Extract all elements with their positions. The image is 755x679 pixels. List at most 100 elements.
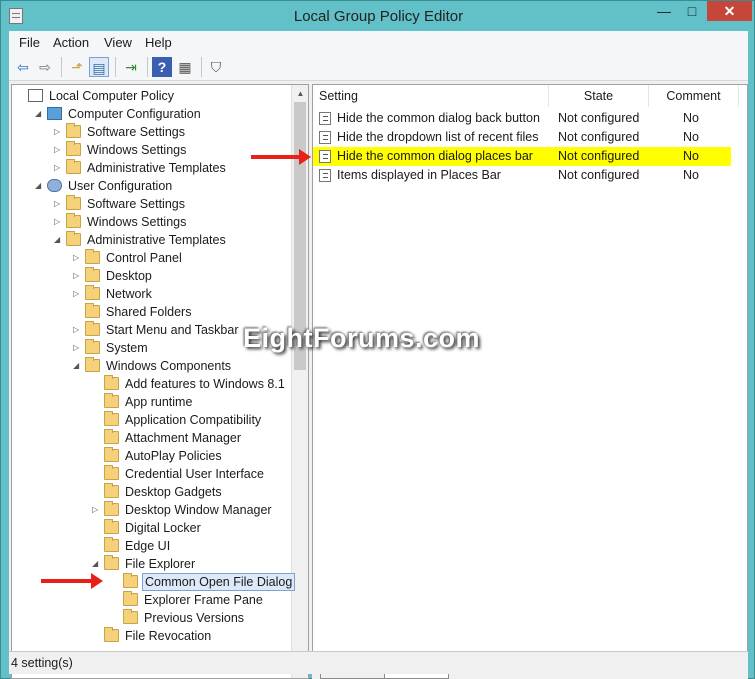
column-header-setting[interactable]: Setting [313, 85, 549, 107]
setting-comment: No [683, 130, 699, 144]
tree-item-label: Administrative Templates [87, 161, 226, 175]
tree-item-label: Windows Settings [87, 215, 187, 229]
setting-state: Not configured [558, 111, 640, 125]
tree-item-label: Credential User Interface [125, 467, 264, 481]
expand-arrow-icon[interactable]: ▷ [73, 285, 83, 303]
maximize-button[interactable]: □ [679, 1, 705, 21]
folder-icon [104, 375, 119, 390]
title-bar[interactable]: Local Group Policy Editor — □ ✕ [1, 1, 755, 31]
minimize-button[interactable]: — [651, 1, 677, 21]
folder-icon [66, 141, 81, 156]
collapse-arrow-icon[interactable]: ◢ [92, 555, 102, 573]
tree-item-label: App runtime [125, 395, 193, 409]
setting-name: Items displayed in Places Bar [337, 168, 501, 182]
folder-icon [104, 519, 119, 534]
collapse-arrow-icon[interactable]: ◢ [35, 177, 45, 195]
expand-arrow-icon[interactable]: ▷ [73, 321, 83, 339]
folder-icon [123, 609, 138, 624]
setting-state: Not configured [558, 130, 640, 144]
settings-list-pane[interactable]: Setting State Comment Hide the common di… [312, 84, 748, 661]
app-window: Local Group Policy Editor — □ ✕ File Act… [0, 0, 755, 679]
tree-pane[interactable]: ▲ ▼ Local Computer Policy◢Computer Confi… [11, 84, 309, 679]
tree-item-label: Explorer Frame Pane [144, 593, 263, 607]
folder-icon [66, 231, 81, 246]
user-icon [47, 179, 62, 192]
setting-row[interactable]: Hide the common dialog back button Not co… [313, 109, 731, 128]
expand-arrow-icon[interactable]: ▷ [54, 159, 64, 177]
tree-item-label: Software Settings [87, 125, 185, 139]
tree-item-label: Attachment Manager [125, 431, 242, 445]
scroll-up-icon[interactable]: ▲ [292, 85, 308, 102]
setting-comment: No [683, 168, 699, 182]
tree-item-label: File Revocation [125, 629, 212, 643]
expand-arrow-icon[interactable]: ▷ [54, 213, 64, 231]
policy-setting-icon [319, 112, 331, 125]
toolbar: ⇦ ⇨ ⬏ ▤ ⇥ ? ▦ ⛉ [9, 53, 748, 81]
tree-item-label: Computer Configuration [68, 107, 201, 121]
setting-row[interactable]: Items displayed in Places Bar Not configu… [313, 166, 731, 185]
folder-icon [104, 411, 119, 426]
collapse-arrow-icon[interactable]: ◢ [73, 357, 83, 375]
menu-action[interactable]: Action [53, 35, 89, 50]
red-arrow-annotation [41, 573, 103, 589]
expand-arrow-icon[interactable]: ▷ [92, 501, 102, 519]
up-folder-icon[interactable]: ⬏ [67, 57, 87, 77]
red-arrow-annotation [251, 149, 311, 165]
folder-icon [85, 357, 100, 372]
forward-icon[interactable]: ⇨ [35, 57, 55, 77]
menu-file[interactable]: File [19, 35, 40, 50]
setting-row[interactable]: Hide the dropdown list of recent files No… [313, 128, 731, 147]
folder-icon [85, 285, 100, 300]
tree-item-label: Windows Components [106, 359, 232, 373]
back-icon[interactable]: ⇦ [13, 57, 33, 77]
folder-icon [85, 267, 100, 282]
tree-item-label: File Explorer [125, 557, 196, 571]
setting-name: Hide the common dialog back button [337, 111, 540, 125]
menu-view[interactable]: View [104, 35, 132, 50]
tree-item-label: Add features to Windows 8.1 [125, 377, 285, 391]
folder-icon [104, 627, 119, 642]
tree-item-label: User Configuration [68, 179, 173, 193]
menu-help[interactable]: Help [145, 35, 172, 50]
help-icon[interactable]: ? [152, 57, 172, 77]
filter-icon[interactable]: ⛉ [206, 57, 226, 77]
export-list-icon[interactable]: ⇥ [121, 57, 141, 77]
tree-item-label: Edge UI [125, 539, 171, 553]
expand-arrow-icon[interactable]: ▷ [73, 249, 83, 267]
folder-icon [85, 249, 100, 264]
tree-item-label: Digital Locker [125, 521, 201, 535]
expand-arrow-icon[interactable]: ▷ [73, 339, 83, 357]
folder-icon [123, 591, 138, 606]
folder-icon [104, 447, 119, 462]
window-title: Local Group Policy Editor [293, 8, 464, 25]
folder-icon [85, 303, 100, 318]
show-hide-tree-icon[interactable]: ▤ [89, 57, 109, 77]
toolbar-separator [115, 57, 116, 77]
expand-arrow-icon[interactable]: ▷ [54, 141, 64, 159]
setting-name: Hide the common dialog places bar [337, 149, 533, 163]
toolbar-separator [147, 57, 148, 77]
folder-icon [104, 555, 119, 570]
collapse-arrow-icon[interactable]: ◢ [54, 231, 64, 249]
expand-arrow-icon[interactable]: ▷ [73, 267, 83, 285]
folder-icon [123, 573, 138, 588]
close-button[interactable]: ✕ [707, 1, 752, 21]
tree-item-label: Desktop Gadgets [125, 485, 222, 499]
expand-arrow-icon[interactable]: ▷ [54, 195, 64, 213]
folder-icon [104, 393, 119, 408]
watermark: EightForums.com [243, 323, 481, 353]
tree-item-label: Previous Versions [144, 611, 245, 625]
collapse-arrow-icon[interactable]: ◢ [35, 105, 45, 123]
tree-item-label: Administrative Templates [87, 233, 226, 247]
policy-icon [28, 89, 43, 102]
column-header-comment[interactable]: Comment [649, 85, 739, 107]
toolbar-separator [201, 57, 202, 77]
tree-item-label: Software Settings [87, 197, 185, 211]
column-header-state[interactable]: State [549, 85, 649, 107]
setting-state: Not configured [558, 168, 640, 182]
properties-view-icon[interactable]: ▦ [175, 57, 195, 77]
folder-icon [66, 195, 81, 210]
expand-arrow-icon[interactable]: ▷ [54, 123, 64, 141]
tree-item-label: Start Menu and Taskbar [106, 323, 239, 337]
setting-row[interactable]: Hide the common dialog places bar Not con… [313, 147, 731, 166]
